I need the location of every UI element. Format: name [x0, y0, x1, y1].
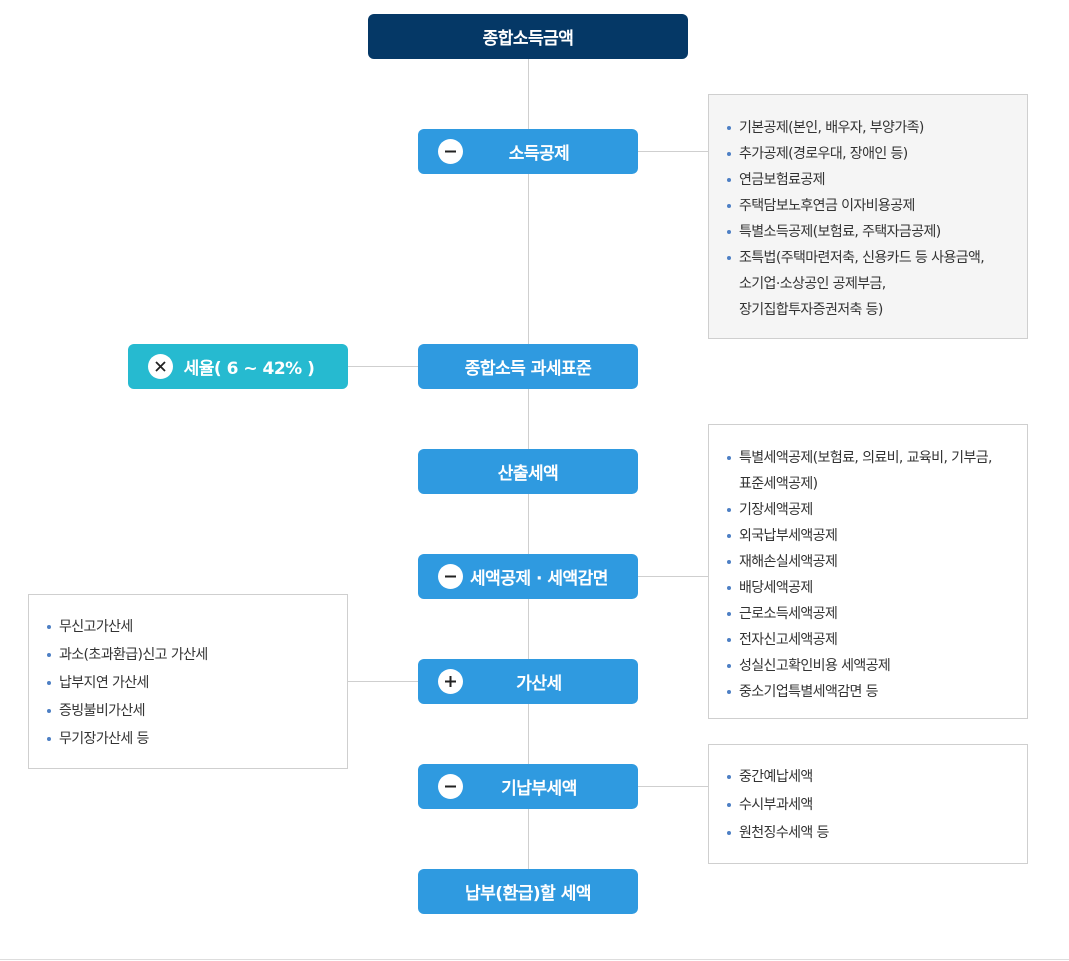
list-item: 전자신고세액공제 — [725, 627, 1011, 653]
node-label: 종합소득 과세표준 — [464, 359, 592, 379]
node-prepaid-tax: 기납부세액 — [418, 764, 638, 809]
node-label: 기납부세액 — [501, 779, 577, 799]
node-total-income: 종합소득금액 — [368, 14, 688, 59]
list-item: 중간예납세액 — [725, 763, 1011, 791]
minus-circle-icon — [438, 564, 463, 589]
list-item: 재해손실세액공제 — [725, 549, 1011, 575]
list-item: 주택담보노후연금 이자비용공제 — [725, 193, 1011, 219]
connector-penalty-tax — [347, 681, 418, 682]
connector-tax-rate — [347, 366, 418, 367]
node-label: 납부(환급)할 세액 — [465, 884, 591, 904]
list-item: 특별세액공제(보험료, 의료비, 교육비, 기부금, — [725, 445, 1011, 471]
connector-prepaid-tax — [637, 786, 708, 787]
list-item: 원천징수세액 등 — [725, 819, 1011, 847]
tax-credit-box: 특별세액공제(보험료, 의료비, 교육비, 기부금, 표준세액공제) 기장세액공… — [708, 424, 1028, 719]
node-tax-base: 종합소득 과세표준 — [418, 344, 638, 389]
times-circle-icon — [148, 354, 173, 379]
node-label: 세율( 6 ~ 42% ) — [183, 359, 315, 379]
list-item-continuation: 장기집합투자증권저축 등) — [739, 302, 883, 318]
node-payable-tax: 납부(환급)할 세액 — [418, 869, 638, 914]
list-item: 납부지연 가산세 — [45, 669, 331, 697]
node-label: 세액공제 · 세액감면 — [470, 569, 608, 589]
list-item: 수시부과세액 — [725, 791, 1011, 819]
income-deduction-box: 기본공제(본인, 배우자, 부양가족) 추가공제(경로우대, 장애인 등) 연금… — [708, 94, 1028, 339]
node-label: 가산세 — [516, 674, 562, 694]
list-item: 기장세액공제 — [725, 497, 1011, 523]
list-item: 특별소득공제(보험료, 주택자금공제) — [725, 219, 1011, 245]
list-item: 연금보험료공제 — [725, 167, 1011, 193]
list-item: 과소(초과환급)신고 가산세 — [45, 641, 331, 669]
node-calculated-tax: 산출세액 — [418, 449, 638, 494]
list-item: 배당세액공제 — [725, 575, 1011, 601]
connector-income-deduction — [637, 151, 708, 152]
node-label: 소득공제 — [508, 144, 570, 164]
prepaid-tax-list: 중간예납세액 수시부과세액 원천징수세액 등 — [725, 763, 1011, 847]
list-item-continuation: 소기업·소상공인 공제부금, — [739, 276, 886, 292]
plus-circle-icon — [438, 669, 463, 694]
list-item: 성실신고확인비용 세액공제 — [725, 653, 1011, 679]
prepaid-tax-box: 중간예납세액 수시부과세액 원천징수세액 등 — [708, 744, 1028, 864]
list-item: 추가공제(경로우대, 장애인 등) — [725, 141, 1011, 167]
node-tax-rate: 세율( 6 ~ 42% ) — [128, 344, 348, 389]
penalty-tax-box: 무신고가산세 과소(초과환급)신고 가산세 납부지연 가산세 증빙불비가산세 무… — [28, 594, 348, 769]
list-item: 증빙불비가산세 — [45, 697, 331, 725]
penalty-tax-list: 무신고가산세 과소(초과환급)신고 가산세 납부지연 가산세 증빙불비가산세 무… — [45, 613, 331, 753]
minus-circle-icon — [438, 139, 463, 164]
list-item-continuation: 표준세액공제) — [739, 476, 818, 492]
list-item: 중소기업특별세액감면 등 — [725, 679, 1011, 705]
list-item: 외국납부세액공제 — [725, 523, 1011, 549]
tax-credit-list: 특별세액공제(보험료, 의료비, 교육비, 기부금, 표준세액공제) 기장세액공… — [725, 445, 1011, 705]
connector-tax-credit — [637, 576, 708, 577]
node-income-deduction: 소득공제 — [418, 129, 638, 174]
bottom-divider — [0, 959, 1069, 960]
list-item: 조특법(주택마련저축, 신용카드 등 사용금액, — [725, 245, 1011, 271]
list-item: 무신고가산세 — [45, 613, 331, 641]
minus-circle-icon — [438, 774, 463, 799]
list-item: 근로소득세액공제 — [725, 601, 1011, 627]
income-deduction-list: 기본공제(본인, 배우자, 부양가족) 추가공제(경로우대, 장애인 등) 연금… — [725, 115, 1011, 323]
list-item: 기본공제(본인, 배우자, 부양가족) — [725, 115, 1011, 141]
node-penalty-tax: 가산세 — [418, 659, 638, 704]
node-label: 종합소득금액 — [482, 29, 574, 49]
list-item: 무기장가산세 등 — [45, 725, 331, 753]
node-label: 산출세액 — [497, 464, 559, 484]
node-tax-credit: 세액공제 · 세액감면 — [418, 554, 638, 599]
